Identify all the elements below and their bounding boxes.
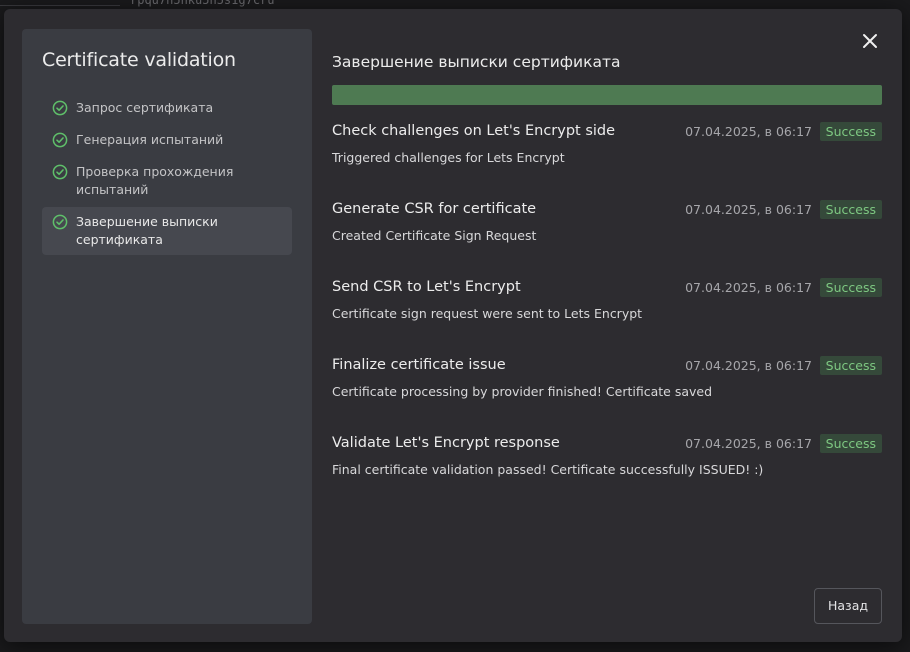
event-timestamp: 07.04.2025, в 06:17: [685, 280, 812, 295]
background-divider: [0, 5, 120, 6]
steps-list: Запрос сертификата Генерация испытаний П…: [42, 93, 292, 257]
step-label: Генерация испытаний: [76, 132, 224, 147]
event-description: Created Certificate Sign Request: [332, 228, 537, 243]
step-item-request: Запрос сертификата: [42, 93, 292, 123]
step-item-challenges: Генерация испытаний: [42, 125, 292, 155]
check-circle-icon: [52, 132, 68, 148]
progress-bar: [332, 85, 882, 105]
event-timestamp: 07.04.2025, в 06:17: [685, 124, 812, 139]
event-description: Final certificate validation passed! Cer…: [332, 462, 764, 477]
status-badge: Success: [819, 434, 882, 453]
event-timestamp: 07.04.2025, в 06:17: [685, 202, 812, 217]
event-description: Certificate sign request were sent to Le…: [332, 306, 643, 321]
progress-fill: [332, 85, 882, 105]
event-title: Send CSR to Let's Encrypt: [332, 279, 521, 295]
event-title: Check challenges on Let's Encrypt side: [332, 123, 616, 139]
status-badge: Success: [819, 278, 882, 297]
step-label: Завершение выписки сертификата: [76, 214, 218, 247]
certificate-validation-dialog: Certificate validation Запрос сертификат…: [4, 9, 902, 642]
background-text: rpqu7n5nku5n5s1g7cru: [130, 0, 275, 7]
status-badge: Success: [819, 356, 882, 375]
event-title: Generate CSR for certificate: [332, 201, 537, 217]
check-circle-icon: [52, 100, 68, 116]
event-title: Finalize certificate issue: [332, 357, 506, 373]
event-title: Validate Let's Encrypt response: [332, 435, 560, 451]
stage-title: Завершение выписки сертификата: [332, 53, 621, 71]
check-circle-icon: [52, 214, 68, 230]
event-description: Triggered challenges for Lets Encrypt: [332, 150, 565, 165]
step-label: Проверка прохождения испытаний: [76, 164, 234, 197]
event-timestamp: 07.04.2025, в 06:17: [685, 436, 812, 451]
event-description: Certificate processing by provider finis…: [332, 384, 713, 399]
event-timestamp: 07.04.2025, в 06:17: [685, 358, 812, 373]
step-item-finalization: Завершение выписки сертификата: [42, 207, 292, 255]
step-item-verification: Проверка прохождения испытаний: [42, 157, 292, 205]
check-circle-icon: [52, 164, 68, 180]
step-label: Запрос сертификата: [76, 100, 214, 115]
status-badge: Success: [819, 122, 882, 141]
steps-sidebar: Certificate validation Запрос сертификат…: [22, 29, 312, 624]
close-icon: [863, 34, 877, 48]
status-badge: Success: [819, 200, 882, 219]
back-button[interactable]: Назад: [814, 588, 882, 624]
close-button[interactable]: [860, 31, 880, 51]
sidebar-title: Certificate validation: [42, 49, 236, 71]
